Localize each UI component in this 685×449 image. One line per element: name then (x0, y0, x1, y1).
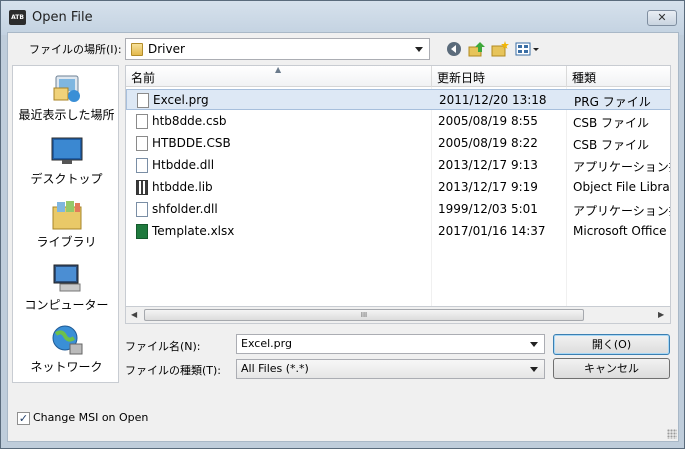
file-type: CSB ファイル (573, 116, 650, 130)
file-type: アプリケーション拡張 (573, 160, 670, 174)
recent-places-icon (50, 72, 84, 104)
file-type: Object File Library (573, 180, 671, 194)
chevron-down-icon (415, 47, 423, 52)
new-folder-button[interactable] (490, 39, 510, 59)
file-row-htbdde-csb[interactable]: HTBDDE.CSB 2005/08/19 8:22 CSB ファイル (126, 133, 670, 154)
scroll-left-icon[interactable]: ◀ (131, 310, 137, 319)
file-name-value: Excel.prg (241, 337, 292, 350)
file-modified: 2005/08/19 8:55 (438, 114, 538, 128)
column-header: ▲ 名前 更新日時 種類 (126, 65, 670, 87)
file-row-template-xlsx[interactable]: Template.xlsx 2017/01/16 14:37 Microsoft… (126, 221, 670, 242)
file-modified: 2013/12/17 9:13 (438, 158, 538, 172)
folder-icon (131, 43, 143, 56)
file-row-htbdde-dll[interactable]: Htbdde.dll 2013/12/17 9:13 アプリケーション拡張 (126, 155, 670, 176)
back-button[interactable] (444, 39, 464, 59)
file-name-field[interactable]: Excel.prg (236, 334, 545, 354)
file-modified: 1999/12/03 5:01 (438, 202, 538, 216)
place-label-library: ライブラリ (36, 235, 97, 249)
title-bar[interactable]: ATB Open File ✕ (1, 1, 684, 35)
library-file-icon (136, 180, 148, 195)
up-folder-icon (468, 42, 485, 57)
close-button[interactable]: ✕ (647, 10, 677, 26)
cancel-button[interactable]: キャンセル (553, 358, 670, 379)
file-name: Template.xlsx (152, 224, 235, 238)
document-icon (136, 136, 148, 151)
places-bar: 最近表示した場所 デスクトップ ライブラリ コンピューター ネットワーク (12, 65, 119, 383)
file-name: HTBDDE.CSB (152, 136, 231, 150)
document-icon (136, 114, 148, 129)
file-name: htbdde.lib (152, 180, 213, 194)
file-row-excel-prg[interactable]: Excel.prg 2011/12/20 13:18 PRG ファイル (126, 89, 670, 110)
place-network[interactable]: ネットワーク (13, 324, 120, 375)
file-name: Excel.prg (153, 93, 209, 107)
place-label-desktop: デスクトップ (30, 172, 103, 186)
file-name: htb8dde.csb (152, 114, 227, 128)
resize-grip-icon[interactable] (667, 429, 677, 439)
back-icon (447, 42, 461, 56)
file-row-shfolder-dll[interactable]: shfolder.dll 1999/12/03 5:01 アプリケーション拡張 (126, 199, 670, 220)
library-icon (50, 199, 84, 231)
column-divider[interactable] (431, 66, 432, 87)
column-header-name[interactable]: 名前 (131, 69, 155, 86)
place-desktop[interactable]: デスクトップ (13, 136, 120, 187)
dll-gear-icon (136, 158, 148, 173)
sort-ascending-icon: ▲ (275, 65, 282, 74)
file-modified: 2013/12/17 9:19 (438, 180, 538, 194)
file-type: アプリケーション拡張 (573, 204, 670, 218)
prg-file-icon (137, 93, 149, 108)
desktop-icon (50, 136, 84, 168)
file-modified: 2017/01/16 14:37 (438, 224, 546, 238)
horizontal-scrollbar[interactable]: ◀ III ▶ (125, 307, 671, 324)
network-icon (50, 324, 84, 356)
file-type: PRG ファイル (574, 95, 651, 109)
look-in-dropdown[interactable]: Driver (125, 38, 430, 60)
place-library[interactable]: ライブラリ (13, 199, 120, 250)
chevron-down-icon[interactable] (530, 342, 538, 347)
view-menu-icon (515, 42, 539, 56)
place-label-recent: 最近表示した場所 (18, 108, 115, 122)
look-in-value: Driver (148, 42, 185, 56)
file-type-value: All Files (*.*) (241, 362, 309, 375)
file-type: Microsoft Office Excel (573, 224, 670, 238)
file-name: Htbdde.dll (152, 158, 215, 172)
file-modified: 2011/12/20 13:18 (439, 93, 547, 107)
scrollbar-thumb[interactable]: III (144, 309, 584, 321)
view-menu-button[interactable] (514, 39, 542, 59)
place-label-network: ネットワーク (30, 360, 103, 374)
file-row-htb8dde-csb[interactable]: htb8dde.csb 2005/08/19 8:55 CSB ファイル (126, 111, 670, 132)
file-type-label: ファイルの種類(T): (125, 364, 222, 377)
file-list[interactable]: ▲ 名前 更新日時 種類 Excel.prg 2011/12/20 13:18 … (125, 65, 671, 307)
place-label-computer: コンピューター (24, 298, 109, 312)
open-button[interactable]: 開く(O) (553, 334, 670, 355)
app-icon: ATB (9, 10, 26, 25)
chevron-down-icon (530, 367, 538, 372)
column-header-modified[interactable]: 更新日時 (437, 69, 485, 86)
dll-gear-icon (136, 202, 148, 217)
column-header-type[interactable]: 種類 (572, 69, 596, 86)
excel-file-icon (136, 224, 148, 239)
open-file-dialog: ATB Open File ✕ ファイルの場所(I): Driver 最近表示し… (0, 0, 685, 449)
look-in-label: ファイルの場所(I): (29, 43, 122, 56)
change-msi-checkbox[interactable]: ✓ (17, 412, 30, 425)
column-divider[interactable] (566, 66, 567, 87)
scroll-right-icon[interactable]: ▶ (658, 310, 664, 319)
window-title: Open File (32, 10, 93, 25)
new-folder-icon (491, 41, 509, 57)
file-type: CSB ファイル (573, 138, 650, 152)
file-name: shfolder.dll (152, 202, 218, 216)
computer-icon (50, 262, 84, 294)
file-modified: 2005/08/19 8:22 (438, 136, 538, 150)
up-folder-button[interactable] (467, 39, 487, 59)
file-type-dropdown[interactable]: All Files (*.*) (236, 359, 545, 379)
file-row-htbdde-lib[interactable]: htbdde.lib 2013/12/17 9:19 Object File L… (126, 177, 671, 198)
place-recent[interactable]: 最近表示した場所 (13, 72, 120, 123)
place-computer[interactable]: コンピューター (13, 262, 120, 313)
file-name-label: ファイル名(N): (125, 340, 201, 353)
change-msi-label: Change MSI on Open (33, 411, 149, 424)
